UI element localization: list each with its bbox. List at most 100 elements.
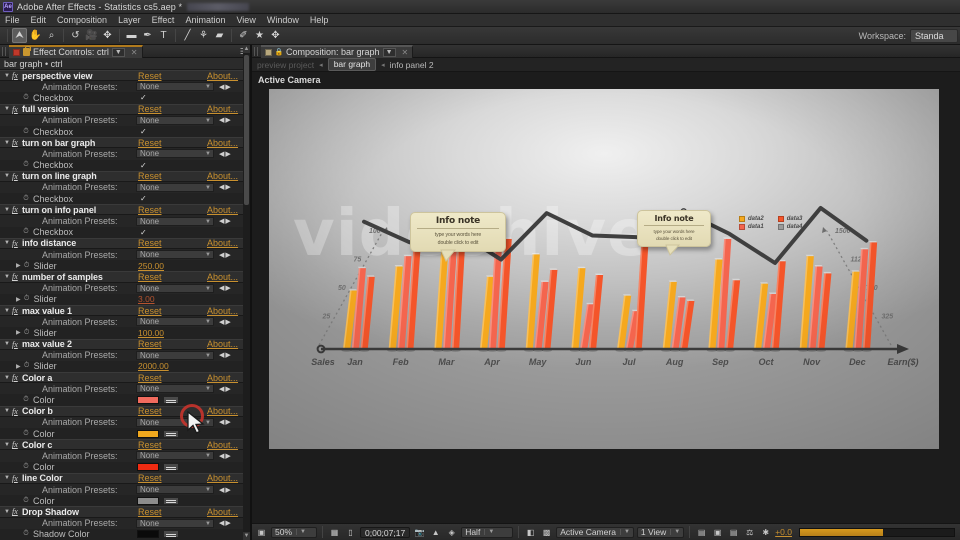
zoom-tool[interactable]: ⌕ xyxy=(44,28,59,43)
eyedropper-icon[interactable] xyxy=(163,429,179,438)
panel-grip[interactable] xyxy=(254,46,259,56)
reset-button[interactable]: Reset xyxy=(138,406,162,416)
effect-property-row-7[interactable]: ▶ ⏱ Slider 100.00 xyxy=(0,327,250,339)
tab-effect-controls[interactable]: Effect Controls: ctrl ▼ ✕ xyxy=(9,44,143,58)
show-snapshot-icon[interactable]: ▲ xyxy=(429,526,442,538)
animation-presets-row-7[interactable]: Animation Presets: None ▼ ◀▶ xyxy=(0,316,250,328)
effect-property-row-8[interactable]: ▶ ⏱ Slider 2000.00 xyxy=(0,360,250,373)
stopwatch-icon[interactable]: ⏱ xyxy=(22,228,30,236)
checkbox-control[interactable]: ✓ xyxy=(140,228,147,237)
effect-property-row-10[interactable]: ⏱ Color xyxy=(0,428,250,440)
close-icon[interactable]: ✕ xyxy=(402,48,409,57)
comp-subtab-2[interactable]: info panel 2 xyxy=(390,60,434,70)
exposure-icon[interactable]: ✱ xyxy=(759,526,772,538)
preset-nav-arrows[interactable]: ◀▶ xyxy=(219,284,232,292)
preset-nav-arrows[interactable]: ◀▶ xyxy=(219,183,232,191)
reset-button[interactable]: Reset xyxy=(138,306,162,316)
effect-header-11[interactable]: ▼ fx Color c Reset About... xyxy=(0,439,250,451)
chevron-down-icon[interactable]: ▼ xyxy=(670,529,680,535)
effect-controls-scrollbar[interactable]: ▲ ▼ xyxy=(243,45,250,540)
disclosure-triangle-icon[interactable]: ▼ xyxy=(4,341,12,347)
text-tool[interactable]: T xyxy=(156,28,171,43)
disclosure-triangle-icon[interactable]: ▼ xyxy=(4,173,12,179)
clone-stamp-tool[interactable]: ⚘ xyxy=(196,28,211,43)
comp-subtab-1[interactable]: bar graph xyxy=(327,58,377,71)
effect-header-13[interactable]: ▼ fx Drop Shadow Reset About... xyxy=(0,506,250,518)
timecode-display[interactable]: 0;00;07;17 xyxy=(360,526,411,538)
animation-presets-select[interactable]: None ▼ xyxy=(136,250,214,260)
effect-property-row-1[interactable]: ⏱ Checkbox ✓ xyxy=(0,125,250,138)
preset-nav-arrows[interactable]: ◀▶ xyxy=(219,150,232,158)
animation-presets-row-9[interactable]: Animation Presets: None ▼ ◀▶ xyxy=(0,383,250,395)
subtab-nav-arrow[interactable]: ◂ xyxy=(381,61,385,69)
checkbox-control[interactable]: ✓ xyxy=(140,161,147,170)
animation-presets-select[interactable]: None ▼ xyxy=(136,384,214,394)
shape-tool[interactable]: ▬ xyxy=(124,28,139,43)
animation-presets-row-13[interactable]: Animation Presets: None ▼ ◀▶ xyxy=(0,517,250,529)
property-value[interactable]: 2000.00 xyxy=(138,361,169,371)
effect-property-row-11[interactable]: ⏱ Color xyxy=(0,461,250,473)
effect-header-7[interactable]: ▼ fx max value 1 Reset About... xyxy=(0,304,250,317)
stopwatch-icon[interactable]: ⏱ xyxy=(22,195,30,203)
disclosure-triangle-icon[interactable]: ▼ xyxy=(4,140,12,146)
disclosure-triangle-icon[interactable]: ▼ xyxy=(4,240,12,246)
exposure-value[interactable]: +0.0 xyxy=(775,527,792,537)
about-button[interactable]: About... xyxy=(207,306,238,316)
effect-property-row-3[interactable]: ⏱ Checkbox ✓ xyxy=(0,193,250,205)
about-button[interactable]: About... xyxy=(207,339,238,349)
stopwatch-icon[interactable]: ⏱ xyxy=(22,530,30,538)
color-swatch[interactable] xyxy=(137,530,159,539)
reset-button[interactable]: Reset xyxy=(138,138,162,148)
brush-tool[interactable]: ╱ xyxy=(180,28,195,43)
camera-tool[interactable]: 🎥 xyxy=(84,28,99,43)
animation-presets-row-1[interactable]: Animation Presets: None ▼ ◀▶ xyxy=(0,114,250,126)
reset-button[interactable]: Reset xyxy=(138,71,162,81)
reset-button[interactable]: Reset xyxy=(138,473,162,483)
animation-presets-row-8[interactable]: Animation Presets: None ▼ ◀▶ xyxy=(0,349,250,361)
eyedropper-icon[interactable] xyxy=(163,530,179,539)
stopwatch-icon[interactable]: ⏱ xyxy=(23,329,31,337)
about-button[interactable]: About... xyxy=(207,71,238,81)
lock-icon[interactable] xyxy=(23,45,31,56)
about-button[interactable]: About... xyxy=(207,373,238,383)
animation-presets-select[interactable]: None ▼ xyxy=(136,283,214,293)
grid-guides-icon[interactable]: ▦ xyxy=(328,526,341,538)
disclosure-triangle-icon[interactable]: ▼ xyxy=(4,442,12,448)
effect-header-2[interactable]: ▼ fx turn on bar graph Reset About... xyxy=(0,137,250,149)
scroll-up-icon[interactable]: ▲ xyxy=(243,45,250,53)
preset-nav-arrows[interactable]: ◀▶ xyxy=(219,452,232,460)
animation-presets-row-5[interactable]: Animation Presets: None ▼ ◀▶ xyxy=(0,249,250,261)
views-select[interactable]: 1 View ▼ xyxy=(636,526,685,538)
effect-header-4[interactable]: ▼ fx turn on info panel Reset About... xyxy=(0,204,250,216)
panel-grip[interactable] xyxy=(2,46,7,56)
effect-property-row-12[interactable]: ⏱ Color xyxy=(0,495,250,507)
animation-presets-select[interactable]: None ▼ xyxy=(136,485,214,495)
menu-item-edit[interactable]: Edit xyxy=(31,15,47,25)
disclosure-triangle-icon[interactable]: ▼ xyxy=(4,308,12,314)
disclosure-triangle-icon[interactable]: ▼ xyxy=(4,106,12,112)
composition-sub-tabs[interactable]: preview project ◂ bar graph ◂ info panel 2 xyxy=(252,58,960,72)
chevron-down-icon[interactable]: ▼ xyxy=(205,352,211,360)
animation-presets-select[interactable]: None ▼ xyxy=(136,149,214,159)
color-swatch[interactable] xyxy=(137,496,159,505)
chevron-down-icon[interactable]: ▼ xyxy=(205,486,211,494)
disclosure-triangle-icon[interactable]: ▼ xyxy=(4,274,12,280)
chevron-down-icon[interactable]: ▼ xyxy=(205,83,211,91)
chevron-down-icon[interactable]: ▼ xyxy=(619,529,630,535)
animation-presets-select[interactable]: None ▼ xyxy=(136,115,214,125)
effect-header-6[interactable]: ▼ fx number of samples Reset About... xyxy=(0,271,250,283)
animation-presets-select[interactable]: None ▼ xyxy=(136,216,214,226)
pixel-aspect-icon[interactable]: ▤ xyxy=(695,526,708,538)
about-button[interactable]: About... xyxy=(207,272,238,282)
effect-controls-list[interactable]: ▼ fx perspective view Reset About... Animatio… xyxy=(0,70,250,540)
effect-header-8[interactable]: ▼ fx max value 2 Reset About... xyxy=(0,338,250,350)
checkbox-control[interactable]: ✓ xyxy=(140,194,147,203)
region-of-interest-icon[interactable]: ▯ xyxy=(344,526,357,538)
timeline-icon[interactable]: ▤ xyxy=(727,526,740,538)
channel-icon[interactable]: ◈ xyxy=(445,526,458,538)
eyedropper-icon[interactable] xyxy=(163,396,179,405)
preset-nav-arrows[interactable]: ◀▶ xyxy=(219,318,232,326)
effect-property-row-2[interactable]: ⏱ Checkbox ✓ xyxy=(0,159,250,171)
subtab-nav-arrow[interactable]: ◂ xyxy=(319,61,323,69)
disclosure-triangle-icon[interactable]: ▼ xyxy=(4,509,12,515)
